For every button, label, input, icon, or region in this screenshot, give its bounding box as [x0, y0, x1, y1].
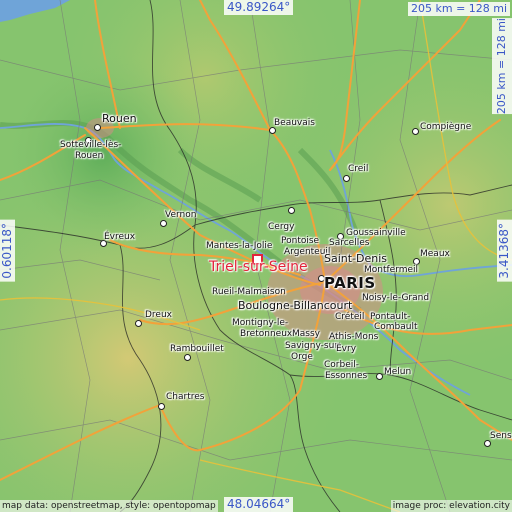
city-sotteville-line2[interactable]: Rouen	[75, 152, 103, 161]
chartres-dot	[158, 403, 165, 410]
city-noisy[interactable]: Noisy-le-Grand	[362, 294, 429, 303]
target-location-label[interactable]: Triel-sur-Seine	[209, 260, 308, 274]
city-evry[interactable]: Évry	[336, 345, 356, 354]
city-beauvais[interactable]: Beauvais	[274, 119, 315, 128]
city-rouen[interactable]: Rouen	[102, 113, 137, 124]
city-creil[interactable]: Creil	[348, 165, 368, 174]
right-longitude-label: 3.41368°	[497, 220, 512, 282]
city-meaux[interactable]: Meaux	[420, 250, 450, 259]
creil-dot	[343, 175, 350, 182]
city-savigny-line1[interactable]: Savigny-sur-	[285, 342, 341, 351]
map-view[interactable]: 49.89264° 48.04664° 0.60118° 3.41368° 20…	[0, 0, 512, 512]
melun-dot	[376, 373, 383, 380]
city-cergy[interactable]: Cergy	[268, 223, 294, 232]
dreux-dot	[135, 320, 142, 327]
credit-image-proc: image proc: elevation.city	[390, 500, 512, 512]
rambouillet-dot	[184, 354, 191, 361]
city-sens[interactable]: Sens	[490, 432, 512, 441]
city-melun[interactable]: Melun	[384, 368, 411, 377]
cergy-dot	[288, 207, 295, 214]
city-saint-denis[interactable]: Saint-Denis	[324, 253, 387, 264]
vernon-dot	[160, 220, 167, 227]
scale-vertical: 205 km = 128 mi	[492, 18, 512, 115]
city-corbeil-line2[interactable]: Essonnes	[325, 372, 367, 381]
city-vernon[interactable]: Vernon	[165, 211, 196, 220]
beauvais-dot	[269, 127, 276, 134]
city-montigny-line1[interactable]: Montigny-le-	[232, 319, 288, 328]
meaux-dot	[413, 258, 420, 265]
rouen-dot	[94, 124, 101, 131]
city-sotteville-line1[interactable]: Sotteville-lès-	[60, 141, 121, 150]
sens-dot	[484, 440, 491, 447]
city-paris[interactable]: PARIS	[324, 276, 376, 291]
compiegne-dot	[412, 128, 419, 135]
left-longitude-label: 0.60118°	[0, 220, 15, 282]
city-pontault-line1[interactable]: Pontault-	[370, 313, 410, 322]
city-boulogne[interactable]: Boulogne-Billancourt	[238, 300, 352, 311]
top-latitude-label: 49.89264°	[224, 0, 294, 15]
city-pontoise[interactable]: Pontoise	[281, 237, 319, 246]
credit-map-data: map data: openstreetmap, style: opentopo…	[0, 500, 218, 512]
city-pontault-line2[interactable]: Combault	[374, 323, 418, 332]
city-dreux[interactable]: Dreux	[145, 311, 172, 320]
city-evreux[interactable]: Évreux	[104, 233, 135, 242]
city-sarcelles[interactable]: Sarcelles	[329, 239, 369, 248]
city-savigny-line2[interactable]: Orge	[291, 353, 313, 362]
city-rueil[interactable]: Rueil-Malmaison	[212, 288, 286, 297]
city-compiegne[interactable]: Compiègne	[420, 123, 471, 132]
city-creteil[interactable]: Créteil	[335, 313, 364, 322]
city-mantes[interactable]: Mantes-la-Jolie	[206, 242, 272, 251]
city-corbeil-line1[interactable]: Corbeil-	[324, 361, 359, 370]
bottom-latitude-label: 48.04664°	[224, 497, 294, 512]
scale-horizontal: 205 km = 128 mi	[408, 2, 511, 16]
city-goussainville[interactable]: Goussainville	[346, 229, 406, 238]
city-massy[interactable]: Massy	[292, 330, 320, 339]
city-montigny-line2[interactable]: Bretonneux	[240, 330, 292, 339]
city-chartres[interactable]: Chartres	[166, 393, 204, 402]
city-rambouillet[interactable]: Rambouillet	[170, 345, 224, 354]
